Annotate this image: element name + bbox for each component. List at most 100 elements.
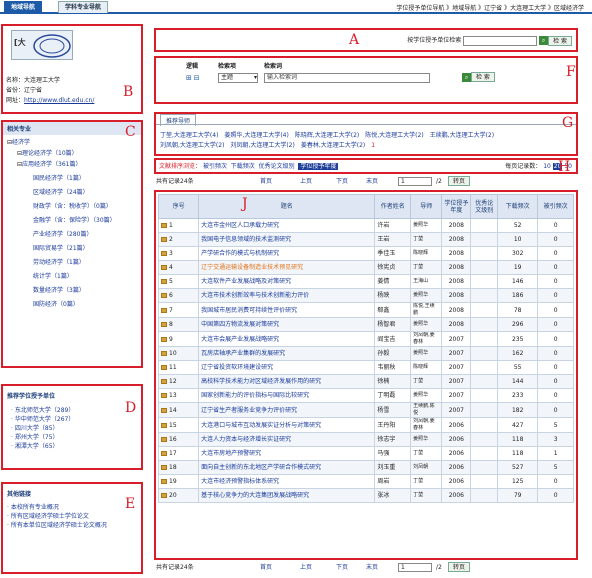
table-cell[interactable]: 我国城市居民消费可持续性评价研究 [198,302,376,318]
breadcrumb[interactable]: 学位授予单位导航 》地域导航 》辽宁省 》大连理工大学 》区域经济学 [396,3,584,12]
go-page-button[interactable]: 转页 [448,176,471,186]
unit-search-input[interactable] [463,35,538,46]
sort-option-year[interactable]: 学位授予年度 [298,163,339,170]
search-icon[interactable]: ⌕ [462,72,471,82]
subject-link[interactable]: 区域经济学（24篇） [33,189,89,196]
advisor-link[interactable]: 姜照华,大连理工大学(4) [224,132,288,139]
other-link[interactable]: 所有区域经济学硕士学位论文 [11,513,89,520]
advisor-link[interactable]: 陈晓辉,大连理工大学(2) [295,132,359,139]
thesis-title-link[interactable]: 大连港口与城市互动发展实证分析与对策研究 [201,422,321,429]
thesis-title-link[interactable]: 我国电子信息领域的技术监测研究 [201,236,291,243]
other-link[interactable]: 所有本单位区域经济学硕士论文概况 [11,522,107,529]
thesis-title-link[interactable]: 我国城市居民消费可持续性评价研究 [201,307,297,314]
table-cell[interactable]: 大连软件产业发展战略及对策研究 [198,274,376,289]
thesis-title-link[interactable]: 瓦房店轴承产业集群的发展研究 [201,350,285,357]
sort-option-excellent[interactable]: 优秀论文级别 [259,163,295,170]
table-cell[interactable]: 我国电子信息领域的技术监测研究 [198,232,376,247]
subject-link[interactable]: 数量经济学（3篇） [33,287,85,294]
page-input[interactable]: 1 [398,177,432,186]
thesis-title-link[interactable]: 大连市经济预警指标体系研究 [201,478,279,485]
thesis-title-link[interactable]: 大连人力资本与经济增长实证研究 [201,436,291,443]
subject-link[interactable]: 金融学（含：保险学）（30篇） [33,217,116,224]
subject-link[interactable]: 国民经济学（1篇） [33,175,85,182]
advanced-search-button[interactable]: 检 索 [471,72,495,82]
tab-region-nav[interactable]: 地域导航 [4,1,43,13]
thesis-title-link[interactable]: 国家创新能力的评价指标与国际比较研究 [201,392,309,399]
unit-link[interactable]: 郑州大学（75） [15,434,59,441]
thesis-title-link[interactable]: 大连市会展产业发展战略研究 [201,336,279,343]
remove-row-icon[interactable]: ⊟ [194,74,200,82]
add-row-icon[interactable]: ⊞ [186,74,192,82]
advisor-link[interactable]: 刘凤朝,大连理工大学(2) [230,142,294,149]
thesis-title-link[interactable]: 面向自主创新的东北地区产学研合作模式研究 [201,464,321,471]
thesis-title-link[interactable]: 大连市房地产预警研究 [201,450,261,457]
table-cell[interactable]: 辽宁交通运输设备制造业技术预见研究 [198,260,376,275]
thesis-title-link[interactable]: 辽宁省投资软环境建设研究 [201,364,273,371]
subject-link[interactable]: 应用经济学（361篇） [22,161,81,168]
table-cell[interactable]: 大连市房地产预警研究 [198,446,376,461]
sort-option-downloads[interactable]: 下载频次 [231,163,255,170]
unit-link[interactable]: 华中师范大学（267） [15,416,74,423]
advisor-link[interactable]: 丁堃,大连理工大学(4) [160,132,218,139]
subject-link[interactable]: 统计学（1篇） [33,273,73,280]
thesis-title-link[interactable]: 高校科学技术能力对区域经济发展作用的研究 [201,378,321,385]
table-cell[interactable]: 大连港口与城市互动发展实证分析与对策研究 [198,417,376,433]
field-select[interactable]: 主题 ▾ [218,73,258,83]
pager-first[interactable]: 首页 [260,177,272,186]
unit-search-button[interactable]: 检 索 [548,35,572,46]
term-input[interactable]: 输入检索词 [264,73,430,83]
thesis-title-link[interactable]: 大连软件产业发展战略及对策研究 [201,278,291,285]
table-cell[interactable]: 面向自主创新的东北地区产学研合作模式研究 [198,460,376,475]
unit-link[interactable]: 四川大学（85） [15,425,59,432]
advisor-link[interactable]: 刘凤朝,大连理工大学(2) [160,142,224,149]
thesis-title-link[interactable]: 辽宁交通运输设备制造业技术预见研究 [201,264,303,271]
unit-link[interactable]: 东北师范大学（289） [15,407,74,414]
table-cell[interactable]: 高校科学技术能力对区域经济发展作用的研究 [198,374,376,389]
other-link[interactable]: 本校所有专业概况 [11,504,59,511]
advisor-link[interactable]: 王续鹏,大连理工大学(2) [430,132,494,139]
subject-link[interactable]: 理论经济学（10篇） [22,150,78,157]
sort-option-cited[interactable]: 被引频次 [203,163,227,170]
thesis-title-link[interactable]: 大连市技术创新效率与技术创新能力评价 [201,292,309,299]
pager-last-bottom[interactable]: 末页 [366,563,378,572]
university-url-link[interactable]: http://www.dlut.edu.cn/ [24,97,94,104]
advisor-link[interactable]: 陈悦,大连理工大学(2) [365,132,423,139]
unit-link[interactable]: 湘潭大学（65） [15,443,59,450]
table-cell[interactable]: 大连人力资本与经济增长实证研究 [198,432,376,447]
subject-link[interactable]: 国防经济（0篇） [33,301,79,308]
table-cell[interactable]: 大连市金州区人口承载力研究 [198,218,376,233]
thesis-title-link[interactable]: 产学研合作的模式与机制研究 [201,250,279,257]
subject-link[interactable]: 财政学（含：税收学）（0篇） [33,203,112,210]
table-cell[interactable]: 辽宁省投资软环境建设研究 [198,360,376,375]
table-cell[interactable]: 大连市会展产业发展战略研究 [198,331,376,347]
table-cell[interactable]: 产学研合作的模式与机制研究 [198,246,376,261]
search-icon[interactable]: ⌕ [539,36,549,45]
table-cell[interactable]: 国家创新能力的评价指标与国际比较研究 [198,388,376,403]
table-cell[interactable]: 基于核心竞争力的大连集团发展战略研究 [198,488,376,503]
table-cell[interactable]: 辽宁省生产者服务业竞争力评价研究 [198,402,376,418]
tab-subject-nav[interactable]: 学科专业导航 [58,1,109,13]
table-cell[interactable]: 瓦房店轴承产业集群的发展研究 [198,346,376,361]
pager-last[interactable]: 末页 [366,177,378,186]
subject-link[interactable]: 国际贸易学（21篇） [33,245,89,252]
thesis-title-link[interactable]: 辽宁省生产者服务业竞争力评价研究 [201,407,297,414]
thesis-title-link[interactable]: 基于核心竞争力的大连集团发展战略研究 [201,492,309,499]
pager-first-bottom[interactable]: 首页 [260,563,272,572]
pager-next-bottom[interactable]: 下页 [336,563,348,572]
page-input-bottom[interactable]: 1 [398,563,432,572]
table-cell[interactable]: 大连市经济预警指标体系研究 [198,474,376,489]
pager-prev[interactable]: 上页 [300,177,312,186]
advisor-page-number[interactable]: 1 [371,142,375,149]
advisor-link[interactable]: 姜春林,大连理工大学(2) [301,142,365,149]
pager-next[interactable]: 下页 [336,177,348,186]
per-page-10[interactable]: 10 [543,163,551,170]
subject-root-link[interactable]: 经济学 [12,139,30,146]
table-cell[interactable]: 中国第四方物流发展对策研究 [198,317,376,332]
thesis-title-link[interactable]: 中国第四方物流发展对策研究 [201,321,279,328]
table-cell[interactable]: 大连市技术创新效率与技术创新能力评价 [198,288,376,303]
subject-link[interactable]: 劳动经济学（1篇） [33,259,85,266]
thesis-title-link[interactable]: 大连市金州区人口承载力研究 [201,222,279,229]
subject-link[interactable]: 产业经济学（280篇） [33,231,92,238]
pager-prev-bottom[interactable]: 上页 [300,563,312,572]
go-page-button-bottom[interactable]: 转页 [448,562,471,572]
